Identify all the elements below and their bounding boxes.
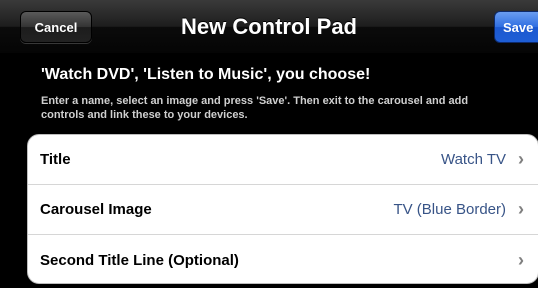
save-button[interactable]: Save (494, 11, 538, 43)
row-carousel-image[interactable]: Carousel Image TV (Blue Border) › (28, 185, 538, 235)
row-label: Title (40, 151, 71, 168)
page-title: New Control Pad (180, 14, 357, 39)
row-value: Watch TV (440, 151, 506, 168)
chevron-right-icon: › (518, 199, 524, 219)
row-second-title-line[interactable]: Second Title Line (Optional) › (28, 235, 538, 283)
settings-table: Title Watch TV › Carousel Image TV (Blue… (27, 134, 538, 284)
row-label: Second Title Line (Optional) (40, 251, 239, 269)
row-value: TV (Blue Border) (393, 201, 506, 218)
headline: 'Watch DVD', 'Listen to Music', you choo… (41, 66, 371, 83)
instructions-text: Enter a name, select an image and press … (41, 95, 469, 121)
row-title[interactable]: Title Watch TV › (28, 135, 538, 185)
chevron-right-icon: › (518, 249, 524, 270)
new-control-pad-screen: Cancel New Control Pad Save 'Watch DVD',… (0, 0, 538, 288)
navigation-bar: Cancel New Control Pad Save (0, 0, 538, 54)
row-label: Carousel Image (40, 201, 152, 218)
chevron-right-icon: › (518, 149, 524, 169)
